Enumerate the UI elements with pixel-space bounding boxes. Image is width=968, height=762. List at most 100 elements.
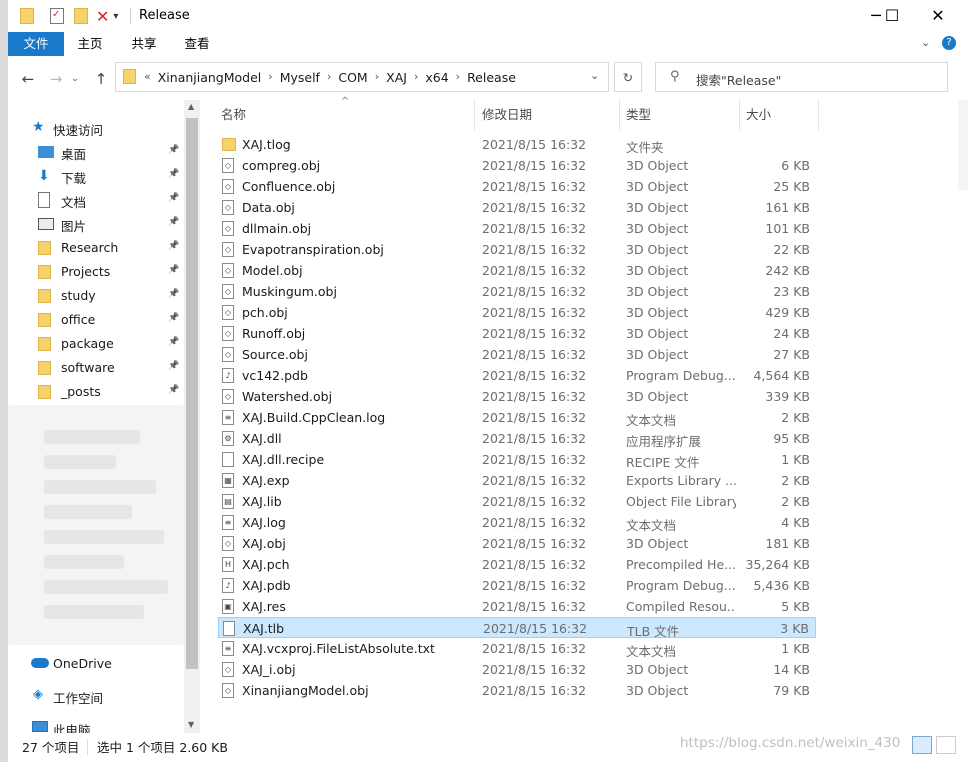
sidebar-item[interactable]: 桌面 📌 [8,140,184,164]
scroll-down-icon[interactable]: ▼ [188,720,194,729]
sidebar-item[interactable]: Projects 📌 [8,260,184,284]
sidebar-item[interactable]: Research 📌 [8,236,184,260]
breadcrumb-item[interactable]: XAJ [383,70,410,85]
pin-icon[interactable]: 📌 [168,241,180,253]
pin-icon[interactable]: 📌 [168,289,180,301]
chevron-right-icon[interactable]: › [452,70,464,85]
back-button[interactable]: ← [17,68,39,90]
file-row[interactable]: ◇ Source.obj 2021/8/15 16:32 3D Object 27 KB [218,344,816,365]
tab-home[interactable]: 主页 [70,32,110,56]
tab-file[interactable]: 文件 [8,32,64,56]
column-header-date[interactable]: 修改日期 [482,100,532,130]
details-view-icon[interactable] [912,736,932,754]
file-row[interactable]: ◇ Evapotranspiration.obj 2021/8/15 16:32 3D… [218,239,816,260]
column-divider[interactable] [619,100,620,130]
sidebar-item[interactable]: 文档 📌 [8,188,184,212]
file-row[interactable]: XAJ.tlog 2021/8/15 16:32 文件夹 [218,134,816,155]
chevron-right-icon[interactable]: › [410,70,422,85]
file-row[interactable]: ▦ XAJ.exp 2021/8/15 16:32 Exports Library .… [218,470,816,491]
file-row[interactable]: ♪ XAJ.pdb 2021/8/15 16:32 Program Debug... 5… [218,575,816,596]
address-bar[interactable]: « XinanjiangModel › Myself › COM › XAJ ›… [115,62,609,92]
chevron-right-icon[interactable]: › [371,70,383,85]
file-row[interactable]: ◇ Confluence.obj 2021/8/15 16:32 3D Object 2… [218,176,816,197]
breadcrumb-item[interactable]: x64 [422,70,451,85]
pin-icon[interactable]: 📌 [168,337,180,349]
column-header-name[interactable]: 名称 [221,100,246,130]
up-button[interactable]: ↑ [90,68,112,90]
sidebar-item[interactable]: ⬇ 下载 📌 [8,164,184,188]
file-row[interactable]: ≡ XAJ.log 2021/8/15 16:32 文本文档 4 KB [218,512,816,533]
pin-icon[interactable]: 📌 [168,313,180,325]
sidebar-item[interactable]: package 📌 [8,332,184,356]
chevron-right-icon[interactable]: › [323,70,335,85]
tab-view[interactable]: 查看 [177,32,217,56]
pin-icon[interactable]: 📌 [168,361,180,373]
file-row[interactable]: ▤ XAJ.lib 2021/8/15 16:32 Object File Libra… [218,491,816,512]
file-row[interactable]: ≡ XAJ.Build.CppClean.log 2021/8/15 16:32 文本… [218,407,816,428]
pin-icon[interactable]: 📌 [168,385,180,397]
pin-icon[interactable]: 📌 [168,193,180,205]
breadcrumb-item[interactable]: COM [335,70,370,85]
file-row[interactable]: ◇ Runoff.obj 2021/8/15 16:32 3D Object 24 KB [218,323,816,344]
nav-scrollbar-thumb[interactable] [186,118,198,669]
properties-icon[interactable]: ✓ [50,8,64,24]
nav-workspace[interactable]: ◈ 工作空间 [8,684,184,708]
file-row[interactable]: H XAJ.pch 2021/8/15 16:32 Precompiled He...… [218,554,816,575]
breadcrumb-overflow[interactable]: « [140,70,155,85]
file-row[interactable]: ◇ compreg.obj 2021/8/15 16:32 3D Object 6 KB [218,155,816,176]
close-button[interactable]: ✕ [915,0,961,31]
pin-icon[interactable]: 📌 [168,169,180,181]
nav-this-pc[interactable]: 此电脑 [8,716,184,733]
recent-locations-icon[interactable]: ⌄ [68,68,82,90]
sidebar-item[interactable]: office 📌 [8,308,184,332]
file-type: 文本文档 [626,644,677,659]
refresh-button[interactable]: ↻ [614,62,642,92]
file-row[interactable]: ▣ XAJ.res 2021/8/15 16:32 Compiled Resou...… [218,596,816,617]
scroll-up-icon[interactable]: ▲ [188,102,194,111]
tab-share[interactable]: 共享 [124,32,164,56]
file-row[interactable]: XAJ.dll.recipe 2021/8/15 16:32 RECIPE 文件 1 … [218,449,816,470]
file-row[interactable]: ◇ pch.obj 2021/8/15 16:32 3D Object 429 KB [218,302,816,323]
file-row[interactable]: ≡ XAJ.vcxproj.FileListAbsolute.txt 2021/8/… [218,638,816,659]
file-row[interactable]: ◇ Model.obj 2021/8/15 16:32 3D Object 242 KB [218,260,816,281]
breadcrumb-item[interactable]: Release [464,70,519,85]
nav-onedrive[interactable]: OneDrive [8,652,184,676]
forward-button[interactable]: → [45,68,67,90]
file-row[interactable]: ⚙ XAJ.dll 2021/8/15 16:32 应用程序扩展 95 KB [218,428,816,449]
breadcrumb-item[interactable]: Myself [277,70,323,85]
file-row[interactable]: ♪ vc142.pdb 2021/8/15 16:32 Program Debug..… [218,365,816,386]
pin-icon[interactable]: 📌 [168,265,180,277]
breadcrumb-item[interactable]: XinanjiangModel [155,70,265,85]
file-row[interactable]: XAJ.tlb 2021/8/15 16:32 TLB 文件 3 KB [218,617,816,639]
column-divider[interactable] [739,100,740,130]
folder-icon[interactable] [20,8,34,24]
column-divider[interactable] [474,100,475,130]
search-box[interactable]: ⚲ 搜索"Release" [655,62,948,92]
pin-icon[interactable]: 📌 [168,145,180,157]
column-header-size[interactable]: 大小 [746,100,771,130]
chevron-right-icon[interactable]: › [264,70,276,85]
sidebar-item[interactable]: study 📌 [8,284,184,308]
file-row[interactable]: ◇ Muskingum.obj 2021/8/15 16:32 3D Object 23… [218,281,816,302]
sidebar-item[interactable]: 图片 📌 [8,212,184,236]
sidebar-item[interactable]: _posts 📌 [8,380,184,404]
expand-ribbon-icon[interactable]: ⌄ [921,36,930,49]
file-row[interactable]: ◇ Watershed.obj 2021/8/15 16:32 3D Object 33… [218,386,816,407]
sidebar-item[interactable]: software 📌 [8,356,184,380]
file-row[interactable]: ◇ XAJ_i.obj 2021/8/15 16:32 3D Object 14 KB [218,659,816,680]
file-row[interactable]: ◇ XinanjiangModel.obj 2021/8/15 16:32 3D Ob… [218,680,816,701]
pin-icon[interactable]: 📌 [168,217,180,229]
help-icon[interactable]: ? [942,36,956,50]
nav-quick-access[interactable]: ★ 快速访问 [8,116,184,140]
delete-icon[interactable]: ✕ [96,7,109,26]
new-folder-icon[interactable] [74,8,88,24]
customize-toolbar-icon[interactable]: ▾ [113,11,118,22]
large-icons-view-icon[interactable] [936,736,956,754]
file-row[interactable]: ◇ Data.obj 2021/8/15 16:32 3D Object 161 KB [218,197,816,218]
file-row[interactable]: ◇ dllmain.obj 2021/8/15 16:32 3D Object 101 … [218,218,816,239]
column-divider[interactable] [818,100,819,130]
file-row[interactable]: ◇ XAJ.obj 2021/8/15 16:32 3D Object 181 KB [218,533,816,554]
column-header-type[interactable]: 类型 [626,100,651,130]
address-dropdown-icon[interactable]: ⌄ [590,69,599,82]
maximize-button[interactable]: ☐ [869,0,915,31]
